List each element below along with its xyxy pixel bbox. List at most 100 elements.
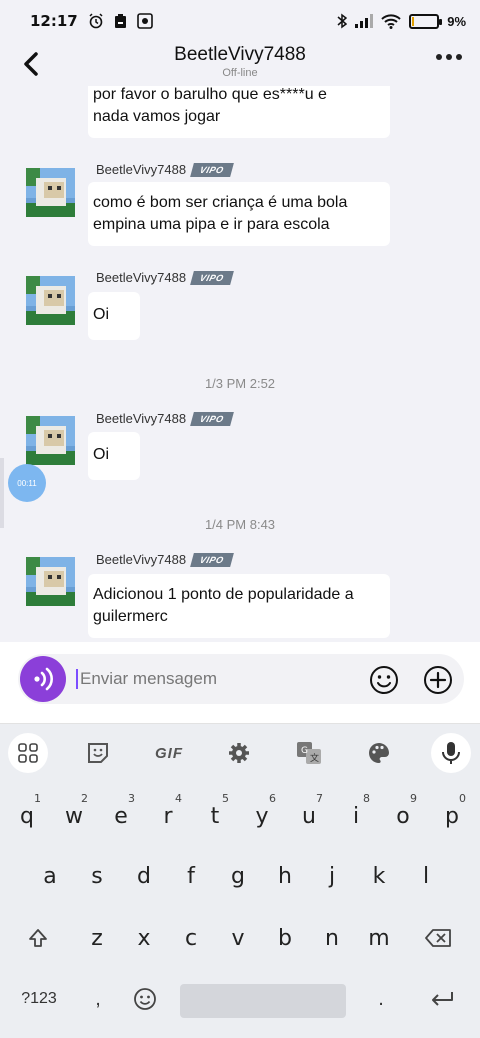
- wifi-icon: [381, 13, 401, 29]
- message-bubble[interactable]: Adicionou 1 ponto de popularidade a guil…: [88, 574, 390, 638]
- key-a[interactable]: a: [30, 854, 70, 898]
- more-options-icon[interactable]: [436, 54, 462, 60]
- timestamp: 1/4 PM 8:43: [204, 517, 276, 532]
- sender-row: BeetleVivy7488 VIPO: [96, 411, 234, 426]
- microphone-icon[interactable]: [431, 733, 471, 773]
- avatar[interactable]: [26, 557, 75, 606]
- composer-bar: [0, 642, 480, 724]
- sender-name: BeetleVivy7488: [96, 162, 187, 177]
- key-r[interactable]: r4: [148, 792, 188, 838]
- add-attachment-icon[interactable]: [422, 664, 454, 696]
- signal-icon: [355, 14, 374, 28]
- message-text: como é bom ser criança é uma bola: [93, 194, 348, 211]
- avatar[interactable]: [26, 168, 75, 217]
- vip-badge: VIPO: [190, 162, 234, 177]
- space-bar[interactable]: [180, 984, 346, 1018]
- message-text: nada vamos jogar: [93, 108, 221, 125]
- sender-row: BeetleVivy7488 VIPO: [96, 162, 234, 177]
- svg-text:文: 文: [310, 752, 319, 764]
- vip-badge: VIPO: [190, 552, 234, 567]
- message-bubble[interactable]: Oi: [88, 432, 140, 480]
- key-t[interactable]: t5: [195, 792, 235, 838]
- key-w[interactable]: w2: [54, 792, 94, 838]
- key-d[interactable]: d: [124, 854, 164, 898]
- key-q[interactable]: q1: [7, 792, 47, 838]
- message-text: Oi: [93, 306, 109, 323]
- floating-timer-bubble[interactable]: 00:11: [8, 464, 46, 502]
- shift-arrow-icon: [29, 929, 47, 947]
- sender-row: BeetleVivy7488 VIPO: [96, 552, 234, 567]
- bluetooth-icon: [337, 13, 348, 29]
- message-text: Adicionou 1 ponto de popularidade a: [93, 586, 354, 603]
- composer-pill: [18, 654, 464, 704]
- voice-message-button[interactable]: [20, 656, 66, 702]
- emoji-face-icon: [134, 988, 156, 1010]
- key-y[interactable]: y6: [242, 792, 282, 838]
- key-k[interactable]: k: [359, 854, 399, 898]
- keyboard-toolbar: GIF G文: [0, 724, 480, 782]
- palette-icon[interactable]: [359, 734, 399, 772]
- symbols-key[interactable]: ?123: [14, 982, 64, 1016]
- key-p[interactable]: p0: [432, 792, 472, 838]
- key-v[interactable]: v: [218, 916, 258, 960]
- avatar[interactable]: [26, 416, 75, 465]
- enter-arrow-icon: [432, 992, 453, 1006]
- svg-text:G: G: [301, 746, 308, 756]
- sticker-icon[interactable]: [78, 734, 118, 772]
- status-time: 12:17: [30, 12, 78, 30]
- message-input[interactable]: [76, 669, 356, 689]
- key-c[interactable]: c: [171, 916, 211, 960]
- backspace-key[interactable]: [418, 916, 458, 960]
- message-bubble[interactable]: por favor o barulho que es****u e nada v…: [88, 86, 390, 138]
- key-j[interactable]: j: [312, 854, 352, 898]
- sender-name: BeetleVivy7488: [96, 411, 187, 426]
- key-l[interactable]: l: [406, 854, 446, 898]
- screen-record-icon: [136, 13, 153, 29]
- enter-key[interactable]: [420, 982, 464, 1016]
- sender-row: BeetleVivy7488 VIPO: [96, 270, 234, 285]
- chat-title: BeetleVivy7488: [174, 44, 306, 65]
- backspace-icon: [425, 929, 451, 947]
- key-i[interactable]: i8: [336, 792, 376, 838]
- key-s[interactable]: s: [77, 854, 117, 898]
- key-e[interactable]: e3: [101, 792, 141, 838]
- battery-icon: [409, 13, 443, 29]
- message-bubble[interactable]: Oi: [88, 292, 140, 340]
- battery-percent: 9%: [447, 13, 466, 29]
- message-text: Oi: [93, 446, 109, 463]
- key-m[interactable]: m: [359, 916, 399, 960]
- key-o[interactable]: o9: [383, 792, 423, 838]
- key-f[interactable]: f: [171, 854, 211, 898]
- gif-button[interactable]: GIF: [149, 734, 189, 772]
- clipboard-icon: [114, 14, 126, 28]
- key-u[interactable]: u7: [289, 792, 329, 838]
- emoji-key[interactable]: [127, 982, 163, 1016]
- key-b[interactable]: b: [265, 916, 305, 960]
- chat-header: BeetleVivy7488 Off-line: [0, 42, 480, 86]
- vip-badge: VIPO: [190, 411, 234, 426]
- soft-keyboard: GIF G文 q1 w2 e3 r4 t5 y6 u7 i8 o9 p0 a s…: [0, 724, 480, 1038]
- message-text: por favor o barulho que es****u e: [93, 86, 327, 103]
- emoji-icon[interactable]: [368, 664, 400, 696]
- sender-name: BeetleVivy7488: [96, 270, 187, 285]
- key-z[interactable]: z: [77, 916, 117, 960]
- settings-gear-icon[interactable]: [219, 734, 259, 772]
- presence-status: Off-line: [222, 67, 258, 79]
- alarm-icon: [89, 13, 103, 29]
- key-n[interactable]: n: [312, 916, 352, 960]
- message-bubble[interactable]: como é bom ser criança é uma bola empina…: [88, 182, 390, 246]
- sender-name: BeetleVivy7488: [96, 552, 187, 567]
- key-h[interactable]: h: [265, 854, 305, 898]
- period-key[interactable]: .: [363, 982, 399, 1016]
- translate-icon[interactable]: G文: [289, 734, 329, 772]
- message-text: guilermerc: [93, 608, 168, 625]
- message-text: empina uma pipa e ir para escola: [93, 216, 330, 233]
- shift-key[interactable]: [18, 916, 58, 960]
- vip-badge: VIPO: [190, 270, 234, 285]
- message-list[interactable]: por favor o barulho que es****u e nada v…: [0, 86, 480, 642]
- avatar[interactable]: [26, 276, 75, 325]
- apps-grid-icon[interactable]: [8, 733, 48, 773]
- key-x[interactable]: x: [124, 916, 164, 960]
- comma-key[interactable]: ,: [80, 982, 116, 1016]
- key-g[interactable]: g: [218, 854, 258, 898]
